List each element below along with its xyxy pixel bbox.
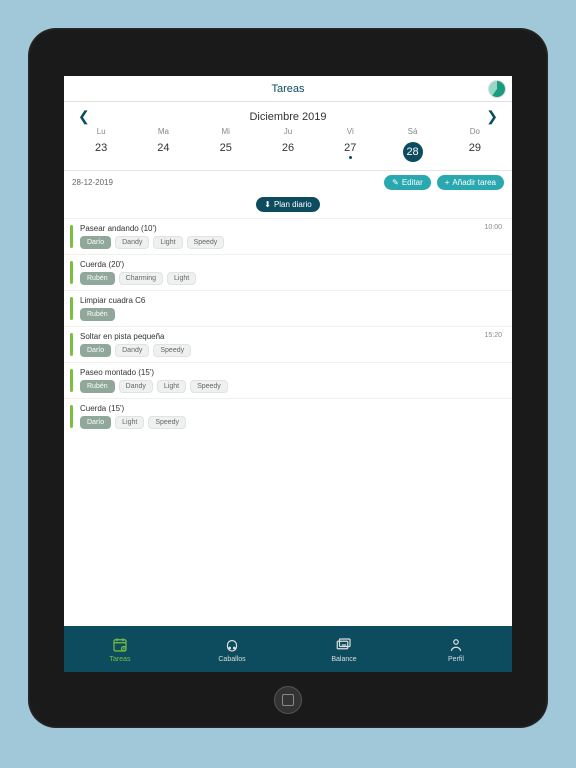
task-tag[interactable]: Speedy — [153, 344, 191, 357]
day-cell[interactable]: 23 — [70, 138, 132, 170]
date-actions-row: 28-12-2019 ✎ Editar + Añadir tarea — [64, 171, 512, 194]
task-tag[interactable]: Rubén — [80, 272, 115, 285]
plus-icon: + — [445, 178, 450, 187]
download-icon: ⬇ — [264, 200, 271, 209]
edit-button[interactable]: ✎ Editar — [384, 175, 431, 190]
task-tag[interactable]: Speedy — [190, 380, 228, 393]
task-tag[interactable]: Speedy — [187, 236, 225, 249]
task-tag[interactable]: Dandy — [115, 344, 149, 357]
task-tag[interactable]: Darío — [80, 236, 111, 249]
task-tag[interactable]: Dandy — [119, 380, 153, 393]
day-cell[interactable]: 27 — [319, 138, 381, 170]
day-abbr: Mi — [195, 127, 257, 138]
app-logo-icon — [488, 80, 506, 98]
calendar-nav: ❮ Diciembre 2019 ❯ — [64, 102, 512, 127]
screen: Tareas ❮ Diciembre 2019 ❯ LuMaMiJuViSáDo… — [64, 76, 512, 672]
nav-caballos[interactable]: Caballos — [176, 626, 288, 672]
nav-perfil[interactable]: Perfil — [400, 626, 512, 672]
task-list[interactable]: Pasear andando (10') 10:00 Darío Dandy Light… — [64, 218, 512, 626]
next-week-button[interactable]: ❯ — [486, 108, 498, 125]
topbar: Tareas — [64, 76, 512, 102]
task-tag[interactable]: Light — [153, 236, 182, 249]
task-tag[interactable]: Darío — [80, 344, 111, 357]
page-title: Tareas — [271, 83, 304, 95]
day-cell[interactable]: 26 — [257, 138, 319, 170]
task-item[interactable]: Soltar en pista pequeña 15:20 Darío Dandy Sp… — [64, 326, 512, 362]
edit-label: Editar — [402, 178, 423, 187]
month-label: Diciembre 2019 — [249, 111, 326, 123]
day-cell[interactable]: 24 — [132, 138, 194, 170]
plan-row: ⬇ Plan diario — [64, 194, 512, 218]
plan-label: Plan diario — [274, 200, 312, 209]
task-item[interactable]: Pasear andando (10') 10:00 Darío Dandy Light… — [64, 218, 512, 254]
prev-week-button[interactable]: ❮ — [78, 108, 90, 125]
task-time: 15:20 — [484, 332, 502, 341]
task-title: Soltar en pista pequeña — [80, 332, 165, 341]
task-item[interactable]: Paseo montado (15') Rubén Dandy Light Speedy — [64, 362, 512, 398]
plan-diario-button[interactable]: ⬇ Plan diario — [256, 197, 320, 212]
task-color-bar — [70, 297, 73, 320]
nav-tareas[interactable]: Tareas — [64, 626, 176, 672]
task-tag[interactable]: Light — [115, 416, 144, 429]
nav-label: Tareas — [109, 656, 130, 663]
task-time: 10:00 — [484, 224, 502, 233]
add-label: Añadir tarea — [452, 178, 496, 187]
day-abbr: Sá — [381, 127, 443, 138]
task-color-bar — [70, 261, 73, 284]
task-item[interactable]: Cuerda (15') Darío Light Speedy — [64, 398, 512, 434]
task-tag[interactable]: Light — [167, 272, 196, 285]
bottom-nav: Tareas Caballos Balance Perfil — [64, 626, 512, 672]
day-abbr: Lu — [70, 127, 132, 138]
nav-label: Balance — [331, 656, 356, 663]
day-cell[interactable]: 29 — [444, 138, 506, 170]
task-tag[interactable]: Rubén — [80, 380, 115, 393]
selected-date-label: 28-12-2019 — [72, 178, 378, 187]
home-button[interactable] — [274, 686, 302, 714]
task-color-bar — [70, 369, 73, 392]
task-title: Cuerda (15') — [80, 404, 124, 413]
nav-label: Perfil — [448, 656, 464, 663]
day-cell[interactable]: 25 — [195, 138, 257, 170]
task-tags: Rubén Charming Light — [74, 272, 502, 285]
week-days-row: 23242526272829 — [64, 138, 512, 170]
task-title: Cuerda (20') — [80, 260, 124, 269]
week-header-row: LuMaMiJuViSáDo — [64, 127, 512, 138]
task-item[interactable]: Limpiar cuadra C6 Rubén — [64, 290, 512, 326]
task-tags: Darío Light Speedy — [74, 416, 502, 429]
task-tags: Rubén — [74, 308, 502, 321]
day-abbr: Ju — [257, 127, 319, 138]
task-tag[interactable]: Light — [157, 380, 186, 393]
nav-label: Caballos — [218, 656, 245, 663]
task-tag[interactable]: Speedy — [148, 416, 186, 429]
task-tag[interactable]: Dandy — [115, 236, 149, 249]
day-cell[interactable]: 28 — [381, 138, 443, 170]
task-color-bar — [70, 405, 73, 428]
task-tags: Darío Dandy Light Speedy — [74, 236, 502, 249]
task-tag[interactable]: Rubén — [80, 308, 115, 321]
add-task-button[interactable]: + Añadir tarea — [437, 175, 504, 190]
task-tags: Rubén Dandy Light Speedy — [74, 380, 502, 393]
task-tag[interactable]: Darío — [80, 416, 111, 429]
nav-balance[interactable]: Balance — [288, 626, 400, 672]
task-tag[interactable]: Charming — [119, 272, 163, 285]
task-color-bar — [70, 333, 73, 356]
device-frame: Tareas ❮ Diciembre 2019 ❯ LuMaMiJuViSáDo… — [28, 28, 548, 728]
task-tags: Darío Dandy Speedy — [74, 344, 502, 357]
task-color-bar — [70, 225, 73, 248]
pencil-icon: ✎ — [392, 178, 399, 187]
day-abbr: Ma — [132, 127, 194, 138]
day-abbr: Do — [444, 127, 506, 138]
task-title: Paseo montado (15') — [80, 368, 154, 377]
task-title: Pasear andando (10') — [80, 224, 157, 233]
task-item[interactable]: Cuerda (20') Rubén Charming Light — [64, 254, 512, 290]
task-title: Limpiar cuadra C6 — [80, 296, 145, 305]
day-abbr: Vi — [319, 127, 381, 138]
